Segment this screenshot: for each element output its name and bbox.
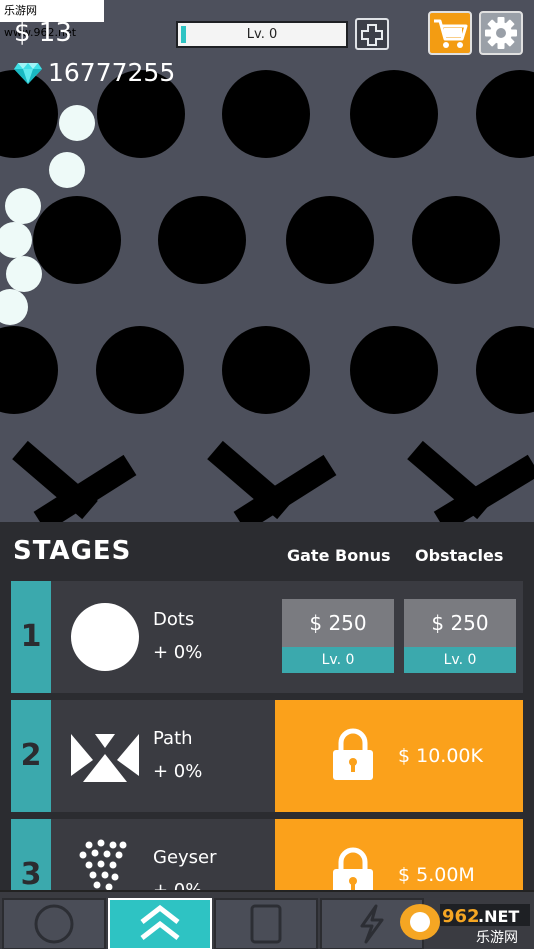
stage-row-3[interactable]: 3 Geyser + 0% [11,819,523,890]
lock-icon [333,847,373,890]
stage-number: 1 [20,619,42,654]
stage-number: 2 [20,738,42,773]
settings-button[interactable] [479,11,523,55]
stages-panel: STAGES Gate Bonus Obstacles 1 Dots + 0% … [0,522,534,890]
watermark-cn: 乐游网 [476,930,518,946]
stage-bonus: + 0% [153,761,203,782]
gear-icon [485,17,517,49]
stages-title: STAGES [13,536,132,566]
card-tab-icon [250,904,282,944]
unlock-stage-button[interactable]: $ 10.00K [275,700,523,812]
unlock-cost: $ 5.00M [398,864,475,886]
stage-number: 3 [20,857,42,890]
geyser-stage-icon [79,839,127,890]
gate-bonus-upgrade-button[interactable]: $ 250 Lv. 0 [282,599,394,673]
gem-count: 16777255 [48,58,176,87]
stage-name: Geyser [153,847,217,868]
shop-button[interactable] [428,11,472,55]
watermark-domain: .NET [478,907,519,926]
stage-bonus: + 0% [153,880,202,890]
level-label: Lv. 0 [246,27,278,42]
tab-chevrons[interactable] [108,898,212,949]
diamond-icon [14,63,42,84]
obstacles-price: $ 250 [431,611,489,635]
cart-icon [434,19,468,48]
gate-bonus-header: Gate Bonus [287,546,391,565]
dots-stage-icon [71,603,139,671]
watermark-logo: 962 .NET 乐游网 [400,904,530,946]
tab-circle[interactable] [2,898,106,949]
level-progress-bar: Lv. 0 [176,21,348,48]
unlock-stage-button[interactable]: $ 5.00M [275,819,523,890]
watermark-brand: 962 [442,906,480,927]
level-up-button[interactable] [355,18,389,50]
game-screen: 乐游网 www.962.net $ 13 16777255 Lv. 0 STAG… [0,0,534,949]
gem-counter: 16777255 [14,58,175,88]
stage-name: Dots [153,609,195,630]
obstacles-level: Lv. 0 [404,647,516,673]
gate-bonus-level: Lv. 0 [282,647,394,673]
stage-row-1[interactable]: 1 Dots + 0% $ 250 Lv. 0 $ 250 Lv. 0 [11,581,523,693]
obstacles-header: Obstacles [415,546,504,565]
obstacles-upgrade-button[interactable]: $ 250 Lv. 0 [404,599,516,673]
plus-icon [361,24,383,46]
circle-tab-icon [34,904,74,944]
gate-bonus-price: $ 250 [309,611,367,635]
lock-icon [333,728,373,780]
chevrons-up-tab-icon [140,904,180,940]
cash-counter: $ 13 [14,18,72,48]
path-stage-icon [71,734,139,782]
unlock-cost: $ 10.00K [398,745,483,767]
stage-row-2[interactable]: 2 Path + 0% $ 10.00K [11,700,523,812]
stage-bonus: + 0% [153,642,203,663]
stage-name: Path [153,728,193,749]
tab-card[interactable] [214,898,318,949]
